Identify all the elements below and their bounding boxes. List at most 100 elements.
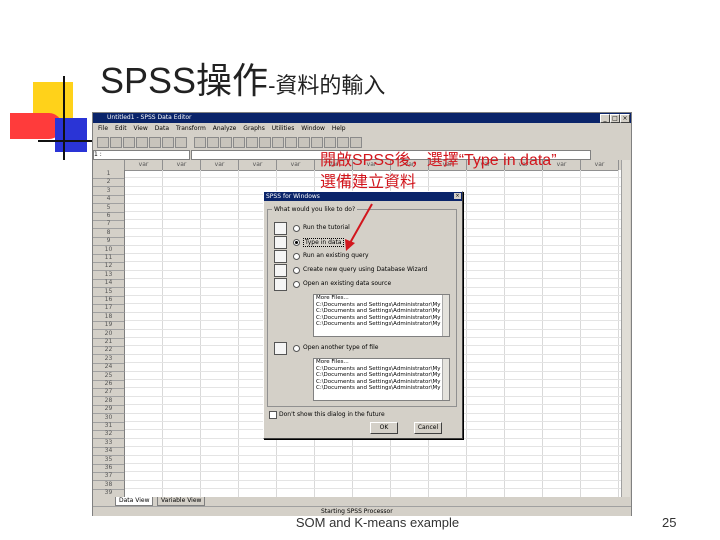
slide-title: SPSS操作-資料的輸入 — [100, 52, 385, 104]
menu-data[interactable]: Data — [155, 125, 169, 132]
toolbar-button[interactable] — [149, 137, 161, 148]
annotation-text: 開啟SPSS後，選擇“Type in data” 選備建立資料 — [320, 150, 557, 194]
toolbar-button[interactable] — [324, 137, 336, 148]
menu-help[interactable]: Help — [332, 125, 346, 132]
decoration-vertical-line — [63, 76, 65, 160]
view-tabs: Data View Variable View — [93, 497, 631, 506]
column-header[interactable]: var — [163, 160, 201, 171]
slide-title-sub: -資料的輸入 — [268, 73, 386, 98]
vertical-scrollbar[interactable] — [621, 160, 630, 497]
data-source-icon — [274, 278, 287, 291]
radio-open-other-file[interactable] — [293, 345, 300, 352]
toolbar-button[interactable] — [311, 137, 323, 148]
window-title: Untitled1 - SPSS Data Editor — [107, 114, 192, 121]
toolbar — [93, 135, 631, 149]
slide-title-main: SPSS操作 — [100, 60, 269, 101]
ok-button[interactable]: OK — [370, 422, 398, 434]
menu-edit[interactable]: Edit — [115, 125, 127, 132]
option-label: Run the tutorial — [303, 224, 350, 231]
annotation-line-1: 開啟SPSS後，選擇“Type in data” — [320, 152, 557, 169]
toolbar-button[interactable] — [337, 137, 349, 148]
toolbar-button[interactable] — [233, 137, 245, 148]
list-item[interactable]: C:\Documents and Settings\Administrator\… — [314, 321, 449, 328]
toolbar-button[interactable] — [246, 137, 258, 148]
maximize-button[interactable]: □ — [610, 114, 620, 123]
option-label: Run an existing query — [303, 252, 369, 259]
cell-reference-box[interactable]: 1 : — [93, 150, 190, 160]
grid-row-line — [125, 488, 621, 490]
toolbar-button[interactable] — [175, 137, 187, 148]
toolbar-button[interactable] — [350, 137, 362, 148]
radio-run-tutorial[interactable] — [293, 225, 300, 232]
grid-row-line — [125, 446, 621, 448]
window-titlebar: Untitled1 - SPSS Data Editor _ □ × — [93, 113, 631, 123]
database-wizard-icon — [274, 264, 287, 277]
menu-graphs[interactable]: Graphs — [243, 125, 265, 132]
dont-show-label: Don't show this dialog in the future — [279, 411, 385, 418]
radio-type-in-data[interactable] — [293, 239, 300, 246]
option-label: Open an existing data source — [303, 280, 392, 287]
menu-analyze[interactable]: Analyze — [213, 125, 237, 132]
toolbar-button[interactable] — [162, 137, 174, 148]
radio-run-existing-query[interactable] — [293, 253, 300, 260]
minimize-button[interactable]: _ — [600, 114, 610, 123]
data-grid-icon — [274, 236, 287, 249]
grid-row-line — [125, 463, 621, 464]
menu-view[interactable]: View — [134, 125, 148, 132]
toolbar-button[interactable] — [110, 137, 122, 148]
column-header[interactable]: var — [125, 160, 163, 171]
radio-database-wizard[interactable] — [293, 267, 300, 274]
status-text: Starting SPSS Processor — [321, 508, 393, 515]
option-label: Create new query using Database Wizard — [303, 266, 428, 273]
toolbar-button[interactable] — [207, 137, 219, 148]
dont-show-checkbox[interactable] — [269, 411, 277, 419]
list-item[interactable]: C:\Documents and Settings\Administrator\… — [314, 308, 449, 315]
option-label: Open another type of file — [303, 344, 379, 351]
list-item[interactable]: C:\Documents and Settings\Administrator\… — [314, 372, 449, 379]
grid-row-line — [125, 454, 621, 456]
toolbar-button[interactable] — [136, 137, 148, 148]
column-header[interactable]: var — [201, 160, 239, 171]
list-scrollbar[interactable] — [442, 359, 449, 400]
tutorial-icon — [274, 222, 287, 235]
toolbar-button[interactable] — [194, 137, 206, 148]
startup-dialog: SPSS for Windows × Run the tutorial Type… — [263, 191, 463, 439]
tab-variable-view[interactable]: Variable View — [157, 497, 206, 506]
recent-data-files-list[interactable]: More Files... C:\Documents and Settings\… — [313, 294, 450, 337]
close-button[interactable]: × — [620, 114, 630, 123]
radio-open-data-source[interactable] — [293, 281, 300, 288]
grid-row-line — [125, 471, 621, 473]
menu-window[interactable]: Window — [301, 125, 325, 132]
page-number: 25 — [662, 515, 677, 530]
toolbar-button[interactable] — [272, 137, 284, 148]
toolbar-button[interactable] — [285, 137, 297, 148]
row-headers: 1 2 3 4 5 6 7 8 9 10 11 12 13 14 15 16 17 18 19 20 21 22 23 24 2… — [93, 170, 125, 497]
grid-row-line — [125, 479, 621, 481]
option-label: Type in data — [303, 238, 344, 247]
query-icon — [274, 250, 287, 263]
file-icon — [274, 342, 287, 355]
toolbar-button[interactable] — [259, 137, 271, 148]
cancel-button[interactable]: Cancel — [414, 422, 442, 434]
menubar: File Edit View Data Transform Analyze Gr… — [93, 123, 631, 134]
list-scrollbar[interactable] — [442, 295, 449, 336]
annotation-line-2: 選備建立資料 — [320, 174, 417, 191]
tab-data-view[interactable]: Data View — [115, 497, 154, 506]
toolbar-button[interactable] — [123, 137, 135, 148]
dialog-options-group: Run the tutorial Type in data Run an exi… — [267, 209, 457, 407]
column-header[interactable]: var — [581, 160, 619, 171]
column-header[interactable]: var — [277, 160, 315, 171]
dialog-question: What would you like to do? — [272, 206, 358, 213]
slide-footer: SOM and K-means example — [295, 515, 460, 530]
toolbar-button[interactable] — [298, 137, 310, 148]
list-item[interactable]: C:\Documents and Settings\Administrator\… — [314, 385, 449, 392]
toolbar-button[interactable] — [220, 137, 232, 148]
column-header[interactable]: var — [239, 160, 277, 171]
recent-other-files-list[interactable]: More Files... C:\Documents and Settings\… — [313, 358, 450, 401]
toolbar-button[interactable] — [97, 137, 109, 148]
decoration-horizontal-line — [38, 140, 96, 142]
menu-transform[interactable]: Transform — [176, 125, 206, 132]
menu-file[interactable]: File — [98, 125, 108, 132]
menu-utilities[interactable]: Utilities — [272, 125, 295, 132]
row-header[interactable]: 39 — [93, 489, 125, 497]
